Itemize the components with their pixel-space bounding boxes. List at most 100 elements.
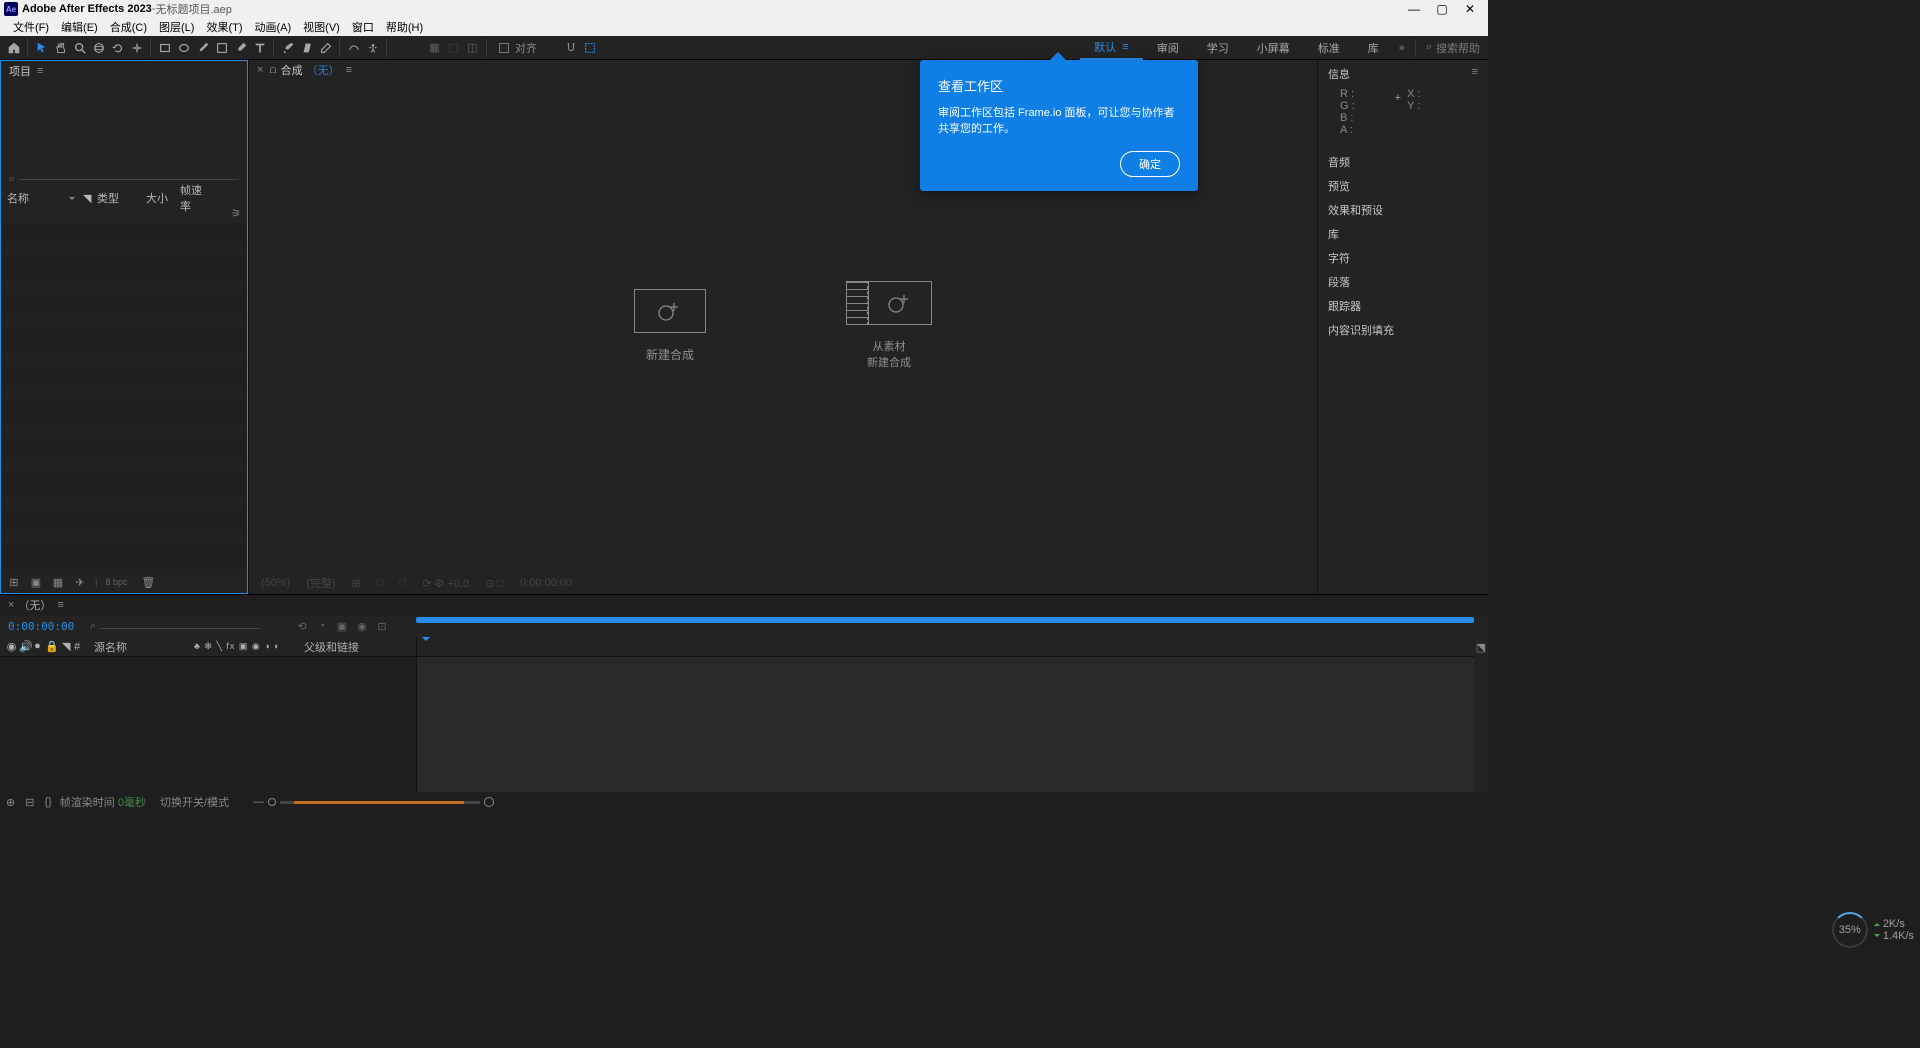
solo-col-icon[interactable]: ● <box>32 640 43 653</box>
new-folder-icon[interactable]: ▣ <box>29 576 43 589</box>
tl-btn-3[interactable]: ▣ <box>332 617 352 635</box>
eye-col-icon[interactable]: ◉ <box>6 640 17 653</box>
comp-tab-close[interactable]: × <box>257 64 263 76</box>
pen-tool[interactable] <box>193 38 212 58</box>
window-close[interactable]: ✕ <box>1456 2 1484 16</box>
rectangle-tool[interactable] <box>155 38 174 58</box>
panel-audio[interactable]: 音频 <box>1318 150 1488 174</box>
snap-tool[interactable] <box>561 38 580 58</box>
roto-tool[interactable] <box>344 38 363 58</box>
workspace-more[interactable]: » <box>1393 42 1411 54</box>
new-adjust-icon[interactable]: ✈ <box>73 576 87 589</box>
panel-character[interactable]: 字符 <box>1318 246 1488 270</box>
interpret-footage-icon[interactable]: ⊞ <box>7 576 21 589</box>
menu-help[interactable]: 帮助(H) <box>381 19 428 35</box>
project-menu-icon[interactable]: ≡ <box>37 65 43 77</box>
search-help[interactable]: ⌕ 搜索帮助 <box>1426 40 1480 56</box>
snap-bounds-tool[interactable] <box>580 38 599 58</box>
timeline-tab-menu[interactable]: ≡ <box>57 599 63 611</box>
puppet-tool[interactable] <box>363 38 382 58</box>
workspace-learn[interactable]: 学习 <box>1193 36 1243 60</box>
new-composition-card[interactable]: 新建合成 <box>634 289 706 363</box>
anchor-tool[interactable] <box>127 38 146 58</box>
color-depth[interactable]: 8 bpc <box>105 577 127 587</box>
panel-paragraph[interactable]: 段落 <box>1318 270 1488 294</box>
timeline-layer-area[interactable] <box>0 657 416 792</box>
selection-tool[interactable] <box>32 38 51 58</box>
comp-snapshot-icon[interactable]: ⊙ □ <box>481 577 508 590</box>
window-minimize[interactable]: — <box>1400 2 1428 16</box>
menu-view[interactable]: 视图(V) <box>298 19 345 35</box>
ellipse-tool[interactable] <box>174 38 193 58</box>
tl-foot-icon-1[interactable]: ⊕ <box>6 796 15 809</box>
rotation-tool[interactable] <box>108 38 127 58</box>
menu-animation[interactable]: 动画(A) <box>250 19 297 35</box>
comp-tab-menu[interactable]: ≡ <box>346 64 352 76</box>
timeline-work-area[interactable] <box>416 617 1474 623</box>
timeline-timecode[interactable]: 0:00:00:00 <box>0 620 84 633</box>
audio-col-icon[interactable]: 🔊 <box>19 640 30 653</box>
playhead-icon[interactable] <box>419 637 429 655</box>
col-type[interactable]: 类型 <box>95 190 140 206</box>
menu-file[interactable]: 文件(F) <box>8 19 54 35</box>
menu-layer[interactable]: 图层(L) <box>154 19 199 35</box>
tl-foot-icon-2[interactable]: ⊟ <box>25 796 34 809</box>
align-checkbox[interactable] <box>499 43 509 53</box>
paint-tool[interactable] <box>231 38 250 58</box>
info-title[interactable]: 信息 <box>1328 66 1350 82</box>
workspace-default[interactable]: 默认 ≡ <box>1080 36 1143 60</box>
timeline-zoom[interactable]: — <box>253 796 494 808</box>
switches-col[interactable]: ♣ ✻ ╲ fx ▣ ◉ ◑ ◐ <box>194 641 290 652</box>
orbit-tool[interactable] <box>89 38 108 58</box>
toggle-switches[interactable]: 切换开关/模式 <box>160 794 229 810</box>
shape-tool[interactable] <box>212 38 231 58</box>
comp-tab-lock[interactable]: ⩍ <box>269 64 276 77</box>
workspace-library[interactable]: 库 <box>1354 36 1393 60</box>
menu-window[interactable]: 窗口 <box>347 19 379 35</box>
home-tool[interactable] <box>4 38 23 58</box>
clone-tool[interactable] <box>297 38 316 58</box>
panel-preview[interactable]: 预览 <box>1318 174 1488 198</box>
comp-grid-icon[interactable]: ⊞ <box>348 577 365 590</box>
menu-composition[interactable]: 合成(C) <box>105 19 152 35</box>
tl-right-icon[interactable]: ⬔ <box>1476 641 1486 654</box>
type-tool[interactable] <box>250 38 269 58</box>
trash-icon[interactable]: 🗑 <box>141 576 155 589</box>
tl-foot-icon-3[interactable]: {} <box>44 796 51 809</box>
srcname-col[interactable]: 源名称 <box>90 639 190 655</box>
eraser-tool[interactable] <box>316 38 335 58</box>
parent-col[interactable]: 父级和链接 <box>294 639 359 655</box>
comp-zoom[interactable]: (50%) <box>257 577 294 589</box>
new-from-footage-card[interactable]: 从素材 新建合成 <box>846 281 932 371</box>
workspace-standard[interactable]: 标准 <box>1304 36 1354 60</box>
tl-btn-1[interactable]: ⟲ <box>292 617 312 635</box>
col-size[interactable]: 大小 <box>144 190 174 206</box>
tooltip-ok-button[interactable]: 确定 <box>1120 151 1180 177</box>
brush-tool[interactable] <box>278 38 297 58</box>
timeline-search[interactable]: ⌕ <box>84 620 284 633</box>
lock-col-icon[interactable]: 🔒 <box>45 640 56 653</box>
project-body[interactable] <box>1 223 247 571</box>
menu-edit[interactable]: 编辑(E) <box>56 19 103 35</box>
timeline-tab-close[interactable]: × <box>8 599 14 611</box>
comp-guide-icon[interactable]: □ <box>396 577 411 589</box>
panel-tracker[interactable]: 跟踪器 <box>1318 294 1488 318</box>
timeline-tab-label[interactable]: （无） <box>18 597 51 613</box>
tl-btn-5[interactable]: ⊡ <box>372 617 392 635</box>
zoom-tool[interactable] <box>70 38 89 58</box>
workspace-smallscreen[interactable]: 小屏幕 <box>1243 36 1304 60</box>
col-name[interactable]: 名称 <box>5 190 77 206</box>
info-menu-icon[interactable]: ≡ <box>1472 66 1478 82</box>
timeline-ruler[interactable] <box>416 637 1474 792</box>
panel-effects[interactable]: 效果和预设 <box>1318 198 1488 222</box>
label-col-icon[interactable]: ◥ <box>62 640 70 653</box>
new-comp-icon[interactable]: ▦ <box>51 576 65 589</box>
workspace-review[interactable]: 审阅 <box>1143 36 1193 60</box>
comp-exposure[interactable]: ⟳ ⚙ +0.0 <box>418 577 473 590</box>
menu-effect[interactable]: 效果(T) <box>201 19 247 35</box>
col-tag[interactable]: ◥ <box>81 192 91 205</box>
performance-widget[interactable]: 35% 2K/s 1.4K/s <box>1832 912 1914 948</box>
project-tab[interactable]: 项目 <box>9 63 31 79</box>
panel-contentaware[interactable]: 内容识别填充 <box>1318 318 1488 342</box>
tl-btn-4[interactable]: ◉ <box>352 617 372 635</box>
